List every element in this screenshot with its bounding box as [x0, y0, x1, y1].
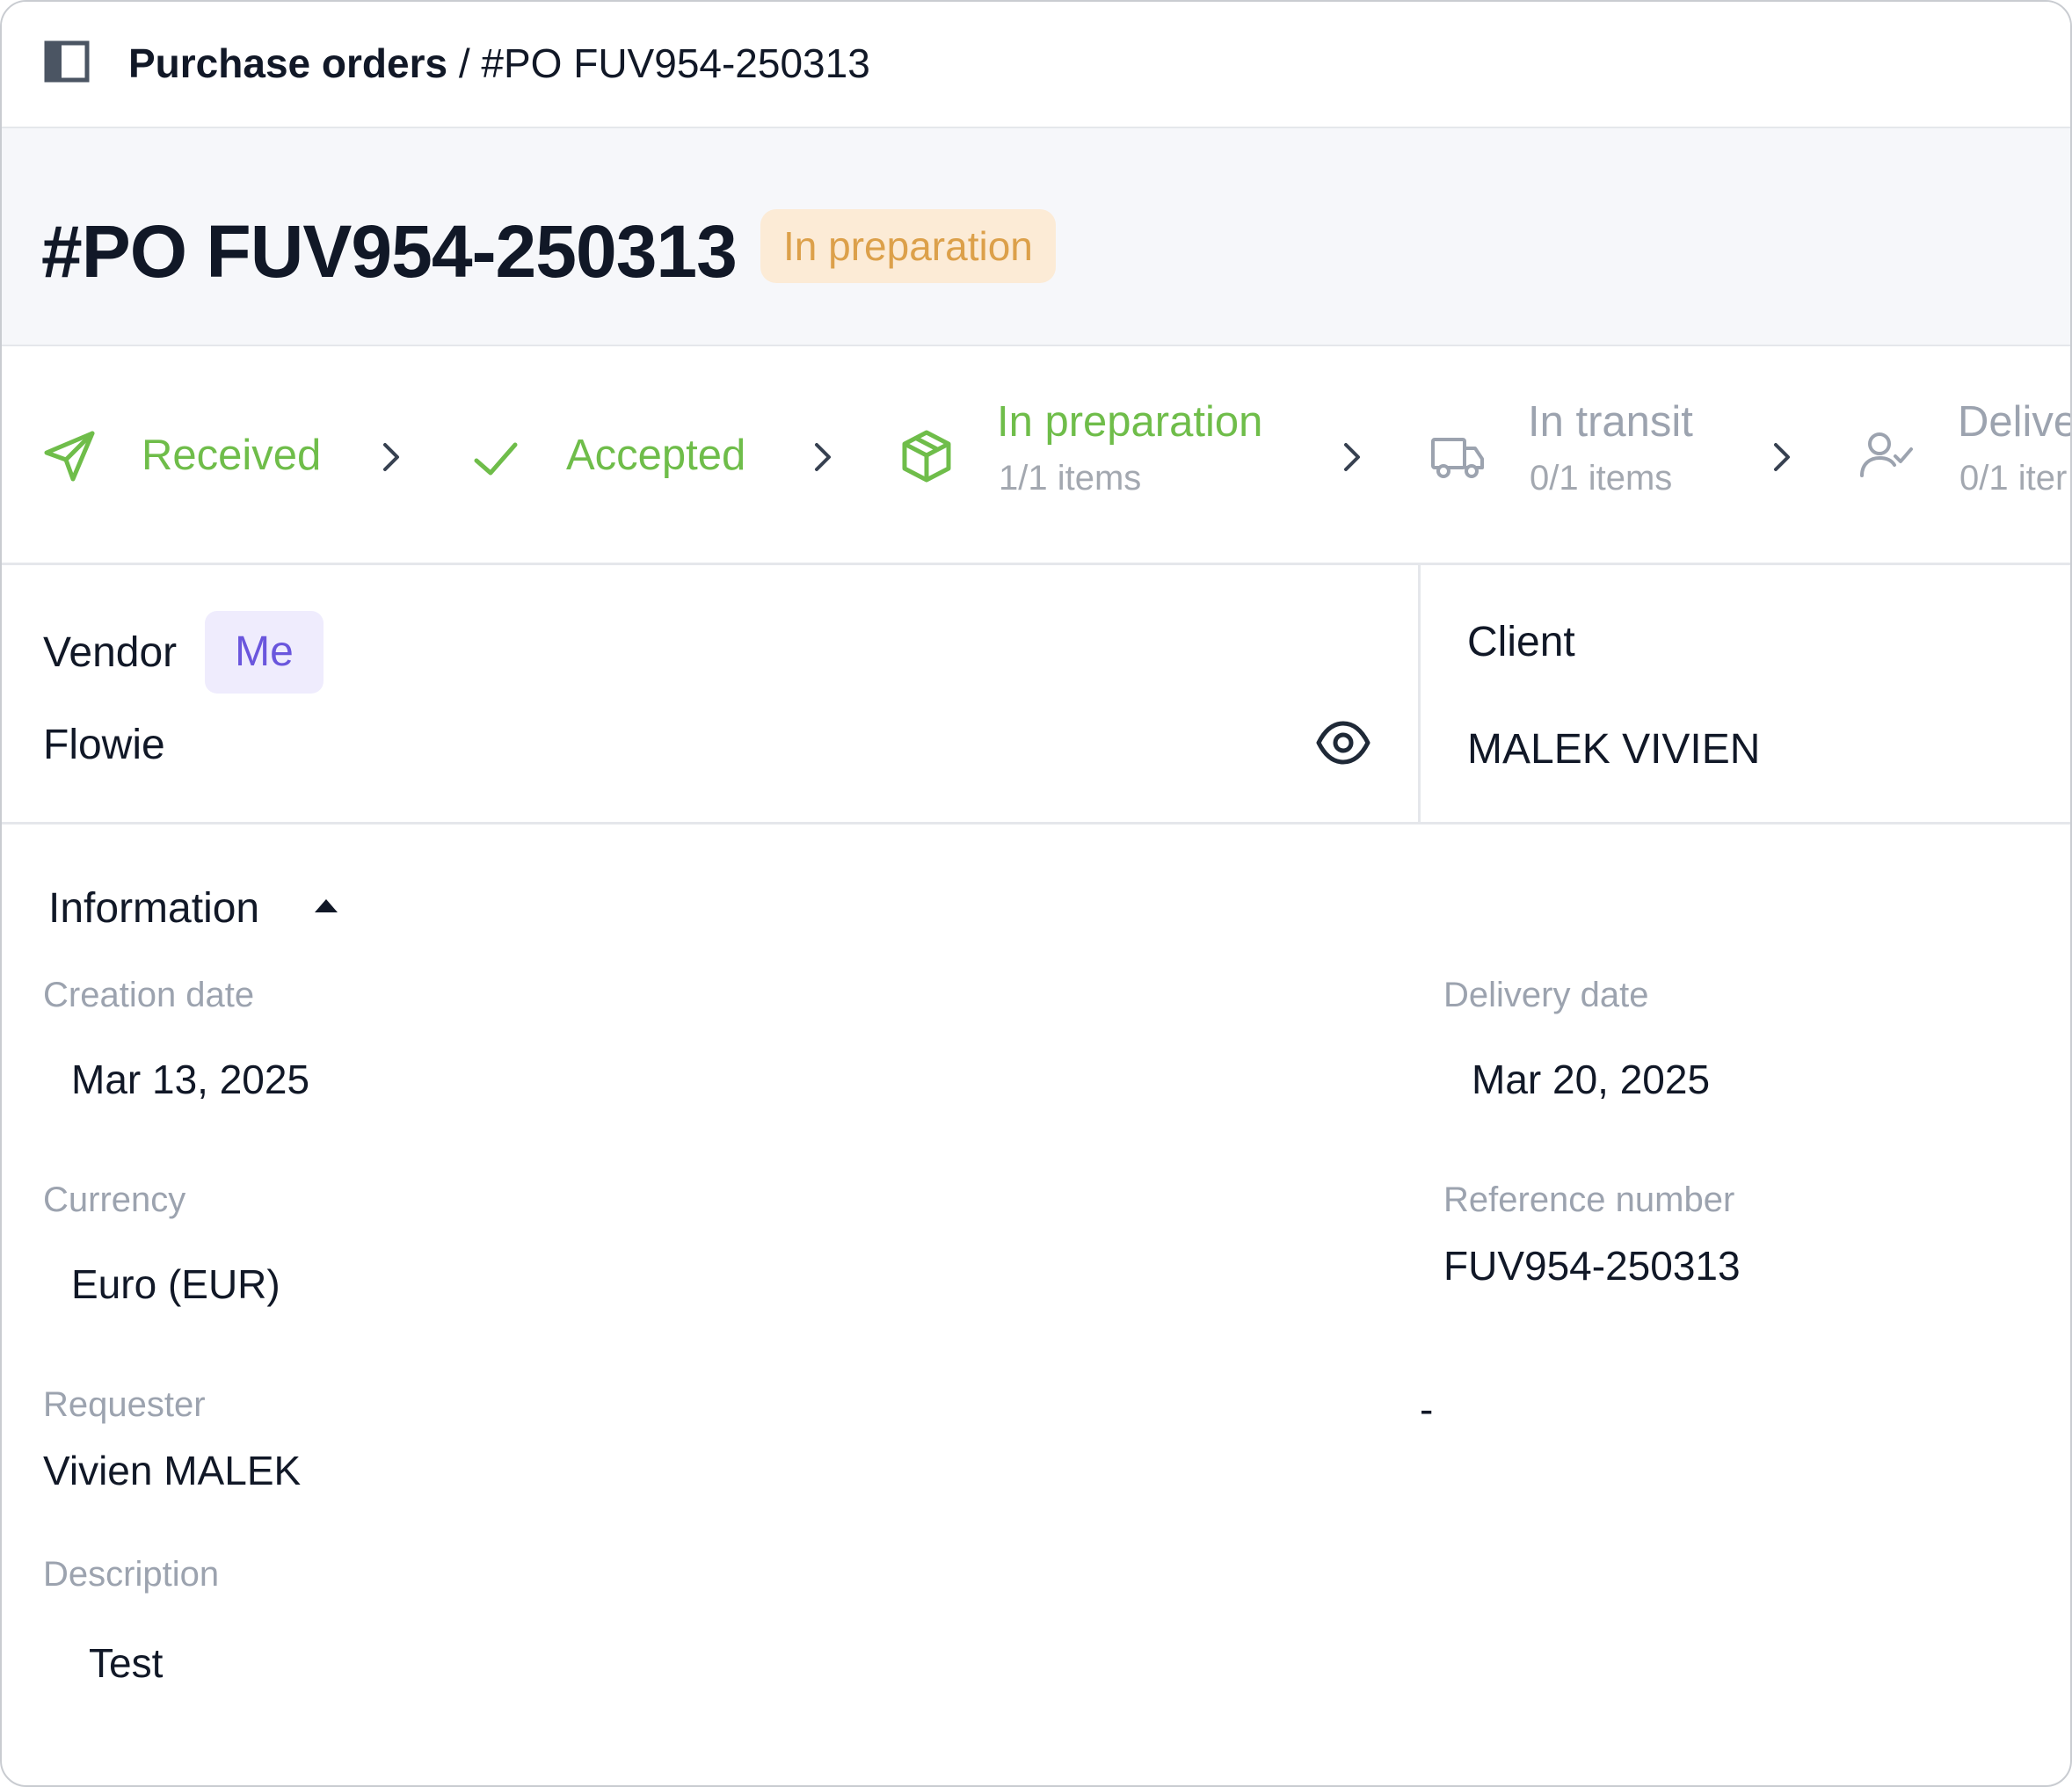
eye-icon[interactable] — [1315, 718, 1371, 767]
step-count-in-transit: 0/1 items — [1530, 459, 1673, 498]
currency-label: Currency — [43, 1180, 186, 1219]
status-badge: In preparation — [760, 209, 1056, 283]
step-label-received: Received — [142, 432, 322, 479]
information-section-title[interactable]: Information — [48, 883, 259, 935]
chevron-right-icon — [1774, 443, 1790, 471]
empty-field-value: - — [1420, 1386, 1434, 1432]
parties-section: Vendor Me Flowie Client MALEK VIVIEN — [2, 565, 2070, 824]
caret-up-icon[interactable] — [312, 895, 340, 916]
creation-date-value: Mar 13, 2025 — [71, 1057, 310, 1102]
chevron-right-icon — [383, 443, 399, 471]
requester-value: Vivien MALEK — [43, 1448, 302, 1493]
client-name: MALEK VIVIEN — [1467, 726, 1761, 773]
step-label-delivered: Delive — [1958, 398, 2072, 446]
currency-value: Euro (EUR) — [71, 1261, 280, 1307]
client-label: Client — [1467, 619, 1575, 665]
chevron-right-icon — [1344, 443, 1360, 471]
requester-label: Requester — [43, 1385, 206, 1424]
page-title: #PO FUV954-250313 — [41, 210, 738, 293]
step-count-delivered: 0/1 iter — [1959, 459, 2068, 498]
reference-number-value: FUV954-250313 — [1443, 1243, 1741, 1289]
description-label: Description — [43, 1555, 220, 1594]
delivery-date-value: Mar 20, 2025 — [1472, 1057, 1711, 1102]
truck-icon — [1431, 438, 1484, 478]
check-icon — [474, 442, 518, 476]
package-icon — [902, 430, 951, 483]
creation-date-label: Creation date — [43, 976, 255, 1014]
chevron-right-icon — [815, 443, 831, 471]
breadcrumb-link-purchase-orders[interactable]: Purchase orders — [128, 40, 447, 86]
description-value: Test — [89, 1640, 164, 1686]
step-label-accepted: Accepted — [566, 432, 746, 479]
reference-number-label: Reference number — [1443, 1180, 1735, 1219]
breadcrumb: Purchase orders / #PO FUV954-250313 — [128, 37, 870, 90]
step-label-in-transit: In transit — [1528, 398, 1693, 446]
sidebar-toggle-icon[interactable] — [44, 40, 90, 83]
step-label-in-preparation: In preparation — [997, 398, 1263, 446]
step-count-in-preparation: 1/1 items — [999, 459, 1142, 498]
top-bar: Purchase orders / #PO FUV954-250313 — [2, 2, 2070, 128]
party-divider — [1418, 565, 1421, 822]
order-progress-steps: Received Accepted In preparation 1/1 ite… — [2, 346, 2070, 565]
user-check-icon — [1860, 432, 1913, 477]
vendor-me-badge: Me — [205, 611, 324, 694]
delivery-date-label: Delivery date — [1443, 976, 1649, 1014]
app-window: Purchase orders / #PO FUV954-250313 #PO … — [0, 0, 2072, 1787]
vendor-name: Flowie — [43, 722, 165, 768]
send-icon — [44, 431, 95, 482]
breadcrumb-current: #PO FUV954-250313 — [481, 40, 870, 86]
vendor-label: Vendor — [43, 629, 178, 676]
page-header: #PO FUV954-250313 In preparation — [2, 128, 2070, 347]
breadcrumb-separator: / — [458, 40, 470, 86]
